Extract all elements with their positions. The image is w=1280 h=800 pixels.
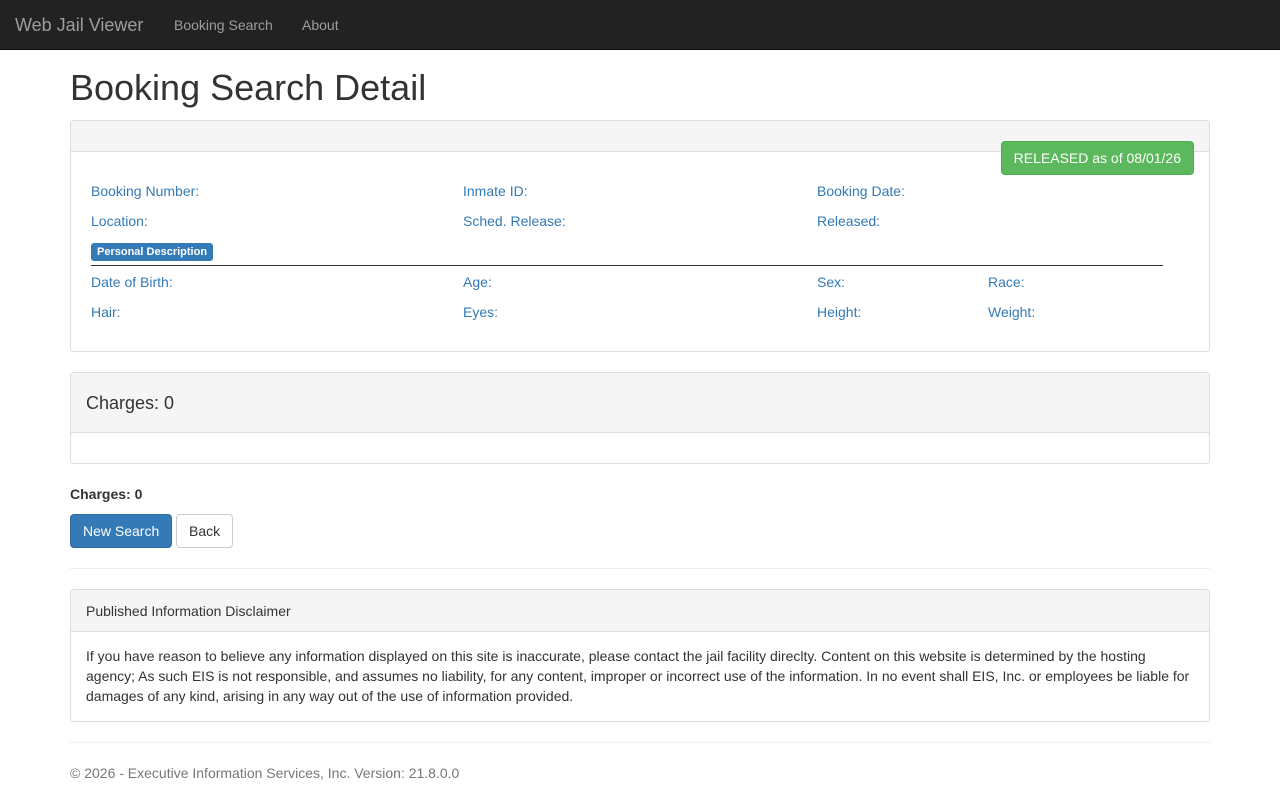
charges-summary: Charges: 0 <box>70 486 143 502</box>
top-navbar: Web Jail Viewer Booking Search About <box>0 0 1280 50</box>
section-divider <box>91 265 1163 266</box>
nav-booking-search[interactable]: Booking Search <box>174 17 273 33</box>
charges-panel: Charges: 0 <box>70 372 1210 464</box>
charges-panel-heading: Charges: 0 <box>71 373 1209 433</box>
personal-description-badge: Personal Description <box>91 243 214 261</box>
disclaimer-heading: Published Information Disclaimer <box>71 590 1209 632</box>
dob-label: Date of Birth: <box>91 274 173 290</box>
back-button[interactable]: Back <box>176 514 234 548</box>
age-label: Age: <box>463 274 492 290</box>
footer-copyright: © 2026 - Executive Information Services,… <box>70 765 460 781</box>
booking-date-label: Booking Date: <box>817 183 905 199</box>
hair-label: Hair: <box>91 304 121 320</box>
disclaimer-title: Published Information Disclaimer <box>86 603 291 619</box>
weight-label: Weight: <box>988 304 1036 320</box>
disclaimer-body: If you have reason to believe any inform… <box>86 648 1190 704</box>
page-title: Booking Search Detail <box>70 67 427 108</box>
nav-about[interactable]: About <box>302 17 339 33</box>
inmate-id-label: Inmate ID: <box>463 183 528 199</box>
height-label: Height: <box>817 304 862 320</box>
release-status-button[interactable]: RELEASED as of 08/01/26 <box>1000 141 1194 175</box>
charges-heading: Charges: 0 <box>86 393 175 413</box>
new-search-button[interactable]: New Search <box>70 514 173 548</box>
race-label: Race: <box>988 274 1025 290</box>
footer-divider <box>70 742 1210 743</box>
sex-label: Sex: <box>817 274 846 290</box>
booking-number-label: Booking Number: <box>91 183 200 199</box>
booking-detail-panel: RELEASED as of 08/01/26 Booking Number: … <box>70 120 1210 352</box>
eyes-label: Eyes: <box>463 304 499 320</box>
disclaimer-panel: Published Information Disclaimer If you … <box>70 589 1210 722</box>
divider <box>70 568 1210 569</box>
released-label: Released: <box>817 213 881 229</box>
brand-link[interactable]: Web Jail Viewer <box>15 15 143 35</box>
location-label: Location: <box>91 213 148 229</box>
sched-release-label: Sched. Release: <box>463 213 566 229</box>
